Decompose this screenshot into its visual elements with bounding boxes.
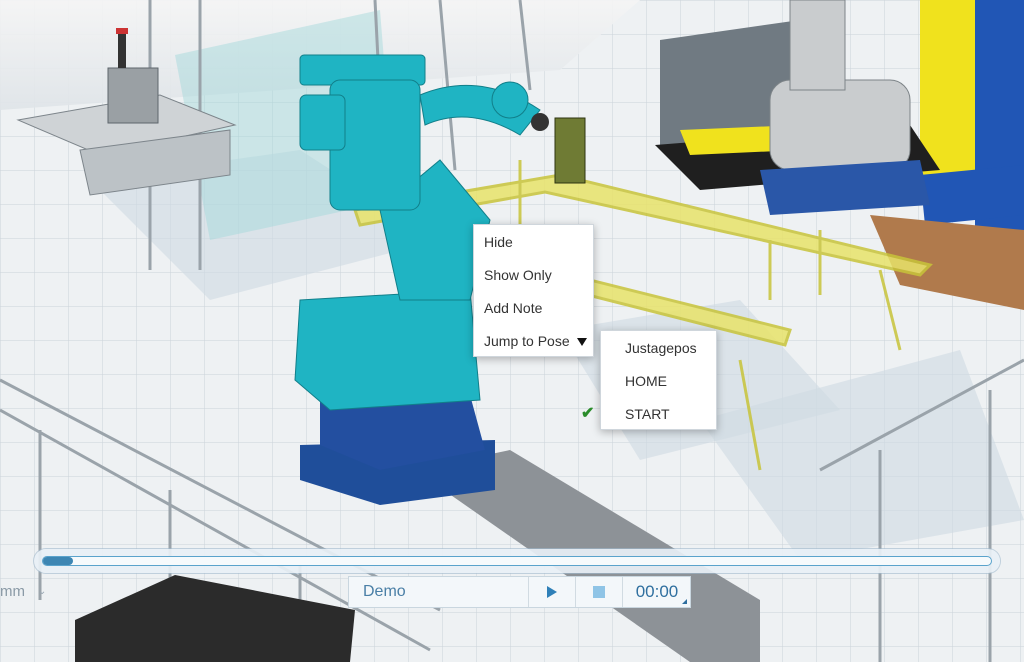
menu-item-add-note[interactable]: Add Note (474, 298, 593, 318)
timeline-track[interactable] (42, 556, 992, 566)
chevron-down-icon: ⌄ (38, 586, 47, 597)
playback-controls: Demo 00:00 (348, 576, 691, 608)
triangle-down-icon (577, 338, 587, 346)
units-label[interactable]: mm (0, 583, 25, 600)
context-menu: Hide Show Only Add Note Jump to Pose (473, 224, 594, 357)
pose-item-home[interactable]: HOME (601, 371, 716, 391)
menu-item-hide[interactable]: Hide (474, 232, 593, 252)
jump-to-pose-label: Jump to Pose (484, 333, 570, 349)
scenario-selector[interactable]: Demo (349, 577, 529, 607)
time-display[interactable]: 00:00 (623, 577, 691, 607)
time-value: 00:00 (635, 582, 679, 601)
checkmark-icon: ✔ (581, 405, 595, 422)
menu-item-jump-to-pose[interactable]: Jump to Pose (474, 331, 593, 351)
corner-resize-icon (682, 599, 687, 604)
pose-submenu: Justagepos HOME ✔ START (581, 330, 717, 430)
play-button[interactable] (529, 577, 576, 607)
pose-item-start[interactable]: ✔ START (581, 404, 716, 424)
pose-item-justagepos[interactable]: Justagepos (601, 338, 716, 358)
timeline-progress (43, 557, 73, 565)
menu-item-show-only[interactable]: Show Only (474, 265, 593, 285)
pose-item-start-label: START (625, 406, 670, 422)
stop-button[interactable] (576, 577, 623, 607)
timeline-bar (34, 549, 1000, 573)
